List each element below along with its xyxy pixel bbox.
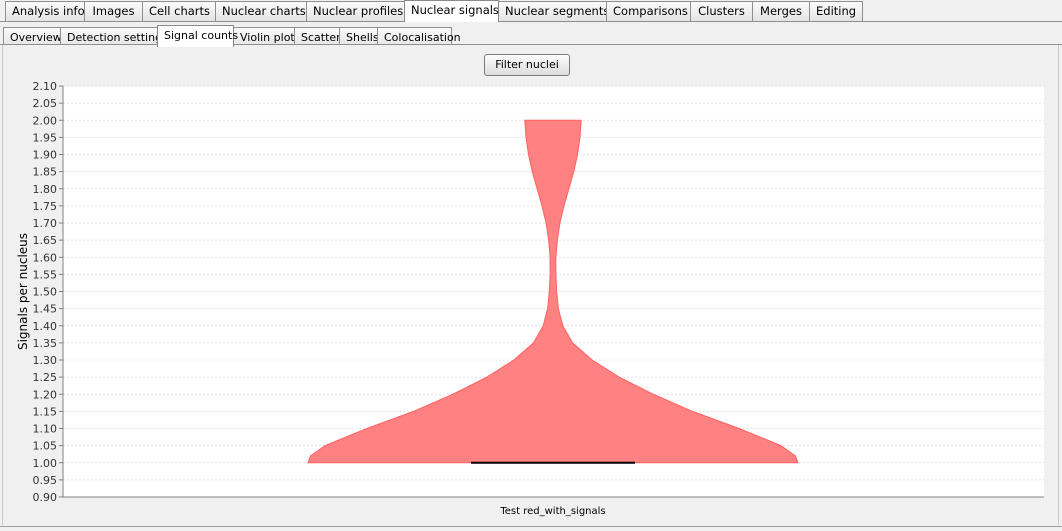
y-tick-label: 1.70 — [33, 217, 58, 230]
y-axis-label: Signals per nucleus — [16, 233, 30, 350]
y-tick-label: 2.00 — [33, 114, 58, 127]
y-tick-label: 1.80 — [33, 183, 58, 196]
y-tick-label: 1.85 — [33, 166, 58, 179]
y-tick-label: 1.55 — [33, 268, 58, 281]
y-tick-label: 0.90 — [33, 491, 58, 504]
y-tick-label: 1.10 — [33, 423, 58, 436]
y-tick-label: 1.50 — [33, 286, 58, 299]
y-tick-label: 2.05 — [33, 97, 58, 110]
violin-chart: 0.90 0.95 1.00 1.05 1.10 1.15 1.20 1.25 1.30 1.35… — [16, 80, 1044, 517]
y-tick-label: 2.10 — [33, 80, 58, 93]
y-tick-label: 1.95 — [33, 131, 58, 144]
y-tick-label: 1.05 — [33, 440, 58, 453]
y-tick-label: 1.90 — [33, 149, 58, 162]
y-tick-label: 1.40 — [33, 320, 58, 333]
bottom-border — [0, 526, 1062, 527]
tab-nuclear-signals[interactable]: Nuclear signals — [404, 0, 499, 22]
y-tick-label: 1.00 — [33, 457, 58, 470]
y-tick-label: 1.30 — [33, 354, 58, 367]
y-tick-label: 1.35 — [33, 337, 58, 350]
y-tick-label: 1.15 — [33, 405, 58, 418]
subtab-signal-counts[interactable]: Signal counts — [157, 25, 238, 47]
y-tick-label: 0.95 — [33, 474, 58, 487]
y-tick-label: 1.75 — [33, 200, 58, 213]
y-tick-label: 1.20 — [33, 388, 58, 401]
x-category-label: Test red_with_signals — [499, 506, 605, 517]
y-tick-label: 1.65 — [33, 234, 58, 247]
y-tick-label: 1.25 — [33, 371, 58, 384]
y-tick-label: 1.45 — [33, 303, 58, 316]
y-tick-label: 1.60 — [33, 251, 58, 264]
